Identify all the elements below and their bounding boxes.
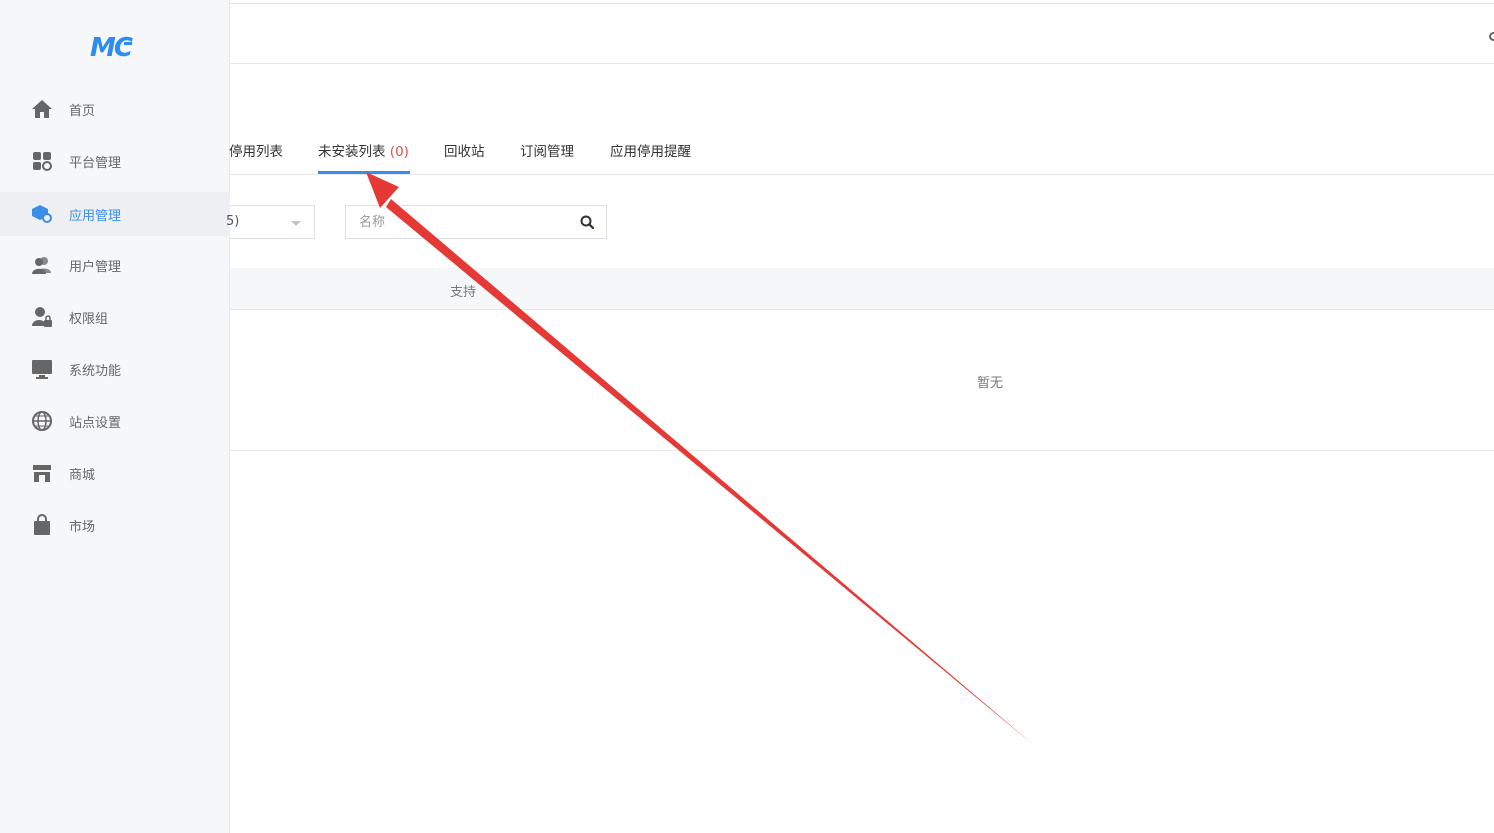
tab-count: (0) — [389, 144, 409, 160]
sidebar-item-store[interactable]: 商城 — [0, 451, 230, 495]
search-box — [345, 205, 607, 239]
filter-select-value: 5) — [226, 214, 240, 229]
monitor-icon — [30, 357, 54, 381]
brand-logo[interactable]: MC — [90, 30, 140, 62]
globe-icon — [30, 409, 54, 433]
sidebar: MC 首页 平台管理 应用管理 用户管理 权限组 系统功能 站点设置 商城 市场 — [0, 0, 230, 833]
empty-state-text: 暂无 — [977, 376, 1004, 391]
sidebar-item-label: 权限组 — [69, 311, 109, 327]
table-header: 支持 — [230, 268, 1494, 310]
active-tab-indicator — [318, 171, 410, 174]
sidebar-item-market[interactable]: 市场 — [0, 503, 230, 547]
sidebar-item-system[interactable]: 系统功能 — [0, 347, 230, 391]
user-menu-icon[interactable] — [1489, 32, 1494, 41]
sidebar-item-label: 站点设置 — [69, 415, 122, 431]
table-empty-row: 暂无 — [230, 310, 1494, 451]
tab-app-disable-reminder[interactable]: 应用停用提醒 — [610, 140, 691, 160]
sidebar-item-label: 平台管理 — [69, 155, 122, 171]
sidebar-item-label: 商城 — [69, 467, 96, 483]
tab-uninstalled-list[interactable]: 未安装列表 (0) — [318, 140, 409, 160]
svg-text:MC: MC — [90, 33, 133, 62]
sidebar-item-label: 系统功能 — [69, 363, 122, 379]
sidebar-item-label: 应用管理 — [69, 208, 122, 224]
cube-gear-icon — [30, 202, 54, 226]
home-icon — [30, 97, 54, 121]
users-icon — [30, 253, 54, 277]
sidebar-item-platform[interactable]: 平台管理 — [0, 139, 230, 183]
tab-recycle-bin[interactable]: 回收站 — [444, 140, 485, 160]
grid-gear-icon — [30, 149, 54, 173]
tab-subscriptions[interactable]: 订阅管理 — [520, 140, 574, 160]
sidebar-item-users[interactable]: 用户管理 — [0, 243, 230, 287]
chevron-down-icon — [291, 221, 301, 226]
sidebar-item-apps[interactable]: 应用管理 — [0, 192, 230, 236]
filter-select[interactable]: 5) — [226, 205, 315, 239]
sidebar-item-permissions[interactable]: 权限组 — [0, 295, 230, 339]
sidebar-item-home[interactable]: 首页 — [0, 87, 230, 131]
top-header — [230, 3, 1494, 64]
sidebar-item-label: 用户管理 — [69, 259, 122, 275]
sidebar-item-site-settings[interactable]: 站点设置 — [0, 399, 230, 443]
sidebar-item-label: 首页 — [69, 103, 96, 119]
tab-bar: 停用列表 未安装列表 (0) 回收站 订阅管理 应用停用提醒 — [229, 130, 1494, 175]
search-input[interactable] — [346, 206, 571, 238]
tab-disabled-list[interactable]: 停用列表 — [229, 140, 283, 160]
search-icon[interactable] — [580, 215, 594, 229]
store-icon — [30, 461, 54, 485]
user-lock-icon — [30, 305, 54, 329]
bag-icon — [30, 513, 54, 537]
column-header-support: 支持 — [450, 285, 477, 300]
sidebar-item-label: 市场 — [69, 519, 96, 535]
